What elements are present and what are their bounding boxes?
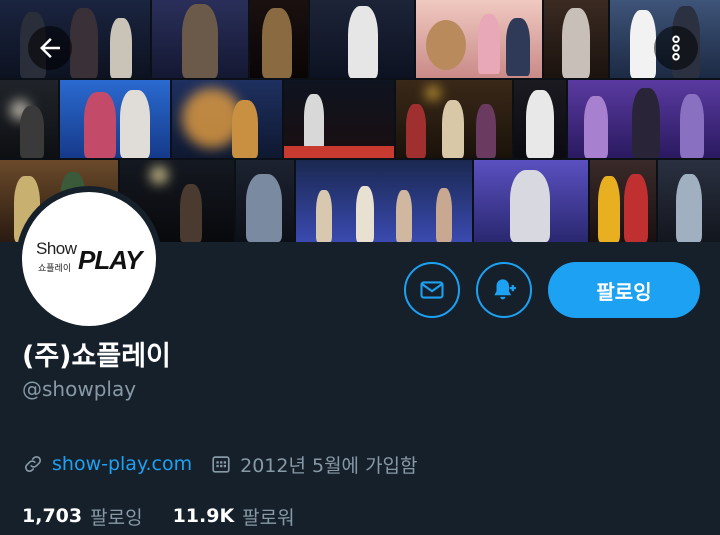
banner-photo [0,80,58,158]
banner-photo [152,0,248,78]
banner-photo [474,160,588,242]
more-options-button[interactable] [654,26,698,70]
banner-photo [250,0,308,78]
followers-label: 팔로워 [242,506,295,529]
banner-photo [396,80,512,158]
banner-photo [0,0,150,78]
banner-photo [514,80,566,158]
banner-photo [236,160,294,242]
banner-photo [284,80,394,158]
following-label: 팔로잉 [90,506,143,529]
followers-stat[interactable]: 11.9K 팔로워 [173,503,325,530]
calendar-icon [212,456,230,473]
banner-photo [658,160,720,242]
profile-display-name: (주)쇼플레이 [22,341,171,372]
showplay-logo: Show 쇼플레이 PLAY [34,239,144,279]
banner-photo [60,80,170,158]
more-vertical-icon [672,35,680,61]
back-arrow-icon [40,38,60,58]
mail-icon [420,281,444,299]
profile-meta: show-play.com 2012년 5월에 가입함 [22,450,418,478]
following-stat[interactable]: 1,703 팔로잉 [22,503,173,530]
following-button[interactable]: 팔로잉 [548,262,700,318]
back-button[interactable] [28,26,72,70]
logo-korean-text: 쇼플레이 [38,264,72,274]
bell-plus-icon [494,279,516,300]
banner-photo [296,160,472,242]
logo-play-text: PLAY [78,245,142,275]
link-icon [24,455,42,473]
website-link[interactable]: show-play.com [52,453,192,475]
banner-photo [544,0,608,78]
banner-photo [310,0,414,78]
followers-count: 11.9K [172,505,235,527]
notifications-button[interactable] [476,262,532,318]
logo-show-text: Show [36,239,77,258]
joined-date: 2012년 5월에 가입함 [240,454,418,477]
profile-stats: 1,703 팔로잉 11.9K 팔로워 [22,502,325,530]
banner-photo [568,80,720,158]
message-button[interactable] [404,262,460,318]
avatar[interactable]: Show 쇼플레이 PLAY [22,192,156,326]
banner-photo [590,160,656,242]
profile-handle: @showplay [22,377,137,401]
banner-photo [416,0,542,78]
banner-photo [172,80,282,158]
following-count: 1,703 [22,505,83,527]
